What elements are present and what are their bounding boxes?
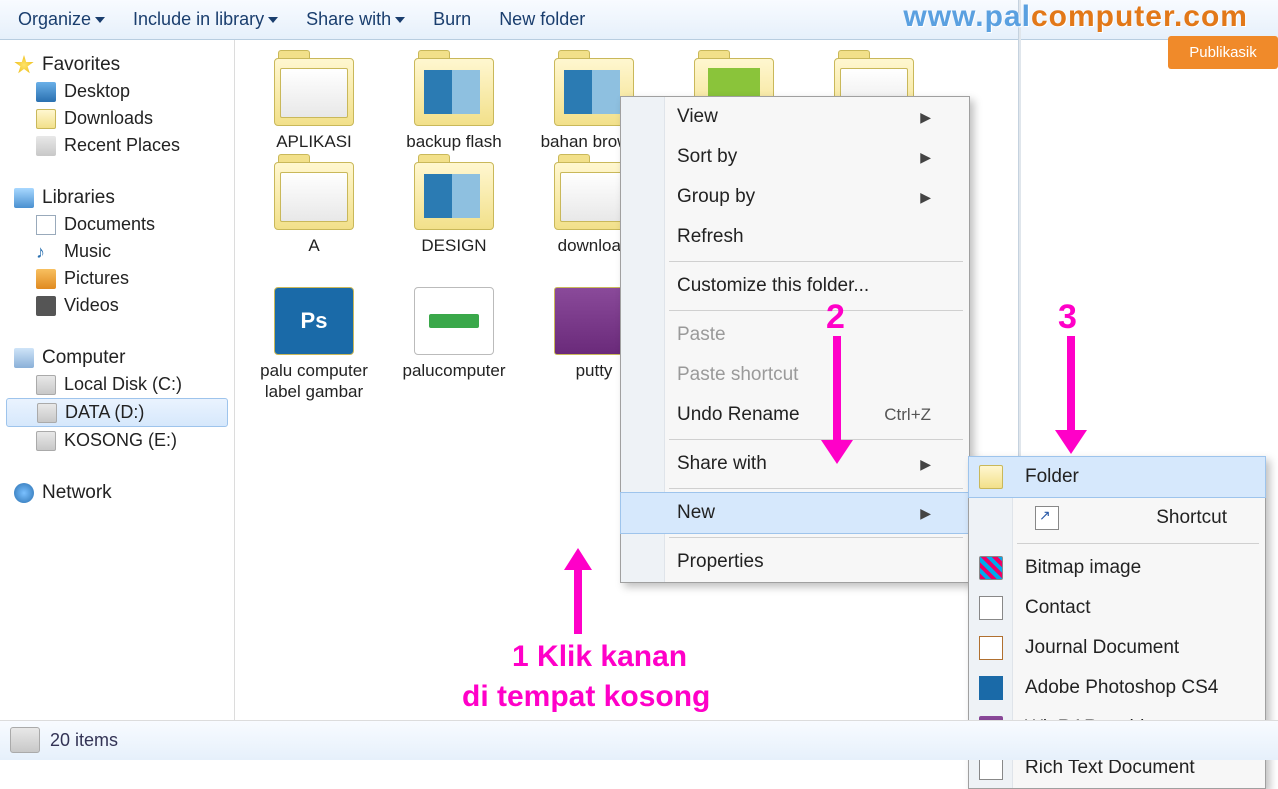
sidebar-item-data-d[interactable]: DATA (D:) [6, 398, 228, 427]
sidebar-head-network[interactable]: Network [0, 480, 234, 506]
ctx-new-journal-document[interactable]: Journal Document [969, 628, 1265, 668]
file-item[interactable]: APLIKASI [255, 58, 373, 152]
drive-icon [36, 431, 56, 451]
star-icon [14, 55, 34, 75]
navigation-pane: Favorites Desktop Downloads Recent Place… [0, 40, 235, 720]
sidebar-item-documents[interactable]: Documents [0, 211, 234, 238]
downloads-icon [36, 109, 56, 129]
sidebar-item-desktop[interactable]: Desktop [0, 78, 234, 105]
sidebar-item-downloads[interactable]: Downloads [0, 105, 234, 132]
toolbar-share-with[interactable]: Share with [306, 9, 405, 30]
ctx-group-by[interactable]: Group by▶ [621, 177, 969, 217]
ctx-new-shortcut[interactable]: Shortcut [969, 497, 1265, 539]
journal-icon [979, 636, 1003, 660]
folder-icon [979, 465, 1003, 489]
ps-icon [979, 676, 1003, 700]
context-menu: View▶Sort by▶Group by▶Refresh Customize t… [620, 96, 970, 583]
ctx-new-adobe-photoshop-cs4[interactable]: Adobe Photoshop CS4 [969, 668, 1265, 708]
computer-icon [14, 348, 34, 368]
sidebar-head-computer[interactable]: Computer [0, 345, 234, 371]
file-item[interactable]: A [255, 162, 373, 277]
background-page-fragment: Publikasik [1168, 36, 1278, 69]
folder-icon [274, 58, 354, 126]
sidebar-head-libraries[interactable]: Libraries [0, 185, 234, 211]
file-label: DESIGN [421, 236, 486, 256]
file-label: APLIKASI [276, 132, 352, 152]
libraries-icon [14, 188, 34, 208]
contact-icon [979, 596, 1003, 620]
img-icon [414, 287, 494, 355]
sidebar-item-music[interactable]: ♪Music [0, 238, 234, 265]
file-item[interactable]: backup flash [395, 58, 513, 152]
bmp-icon [979, 556, 1003, 580]
ctx-properties[interactable]: Properties [621, 542, 969, 582]
pictures-icon [36, 269, 56, 289]
ctx-new-contact[interactable]: Contact [969, 588, 1265, 628]
sidebar-item-local-disk-c[interactable]: Local Disk (C:) [0, 371, 234, 398]
status-bar: 20 items [0, 720, 1278, 760]
folder-icon [414, 162, 494, 230]
folder-icon [414, 58, 494, 126]
file-item[interactable]: Ps palu computer label gambar [255, 287, 373, 402]
ps-icon: Ps [274, 287, 354, 355]
toolbar-new-folder[interactable]: New folder [499, 9, 585, 30]
file-label: palucomputer [402, 361, 505, 381]
sidebar-item-pictures[interactable]: Pictures [0, 265, 234, 292]
ctx-paste: Paste [621, 315, 969, 355]
ctx-new[interactable]: New▶ [621, 493, 969, 533]
ctx-new-folder[interactable]: Folder [969, 457, 1265, 497]
desktop-icon [36, 82, 56, 102]
sidebar-item-recent-places[interactable]: Recent Places [0, 132, 234, 159]
network-icon [14, 483, 34, 503]
shortcut-icon [1035, 506, 1059, 530]
documents-icon [36, 215, 56, 235]
file-label: putty [576, 361, 613, 381]
file-label: backup flash [406, 132, 501, 152]
videos-icon [36, 296, 56, 316]
chevron-down-icon [395, 17, 405, 23]
drive-icon [10, 727, 40, 753]
chevron-down-icon [95, 17, 105, 23]
ctx-refresh[interactable]: Refresh [621, 217, 969, 257]
ctx-undo-rename[interactable]: Undo RenameCtrl+Z [621, 395, 969, 435]
file-label: A [308, 236, 319, 256]
sidebar-item-videos[interactable]: Videos [0, 292, 234, 319]
music-icon: ♪ [36, 242, 56, 262]
ctx-sort-by[interactable]: Sort by▶ [621, 137, 969, 177]
sidebar-item-kosong-e[interactable]: KOSONG (E:) [0, 427, 234, 454]
recent-icon [36, 136, 56, 156]
file-item[interactable]: DESIGN [395, 162, 513, 277]
ctx-customize-this-folder-[interactable]: Customize this folder... [621, 266, 969, 306]
toolbar-include-in-library[interactable]: Include in library [133, 9, 278, 30]
drive-icon [36, 375, 56, 395]
publish-button[interactable]: Publikasik [1168, 36, 1278, 69]
drive-icon [37, 403, 57, 423]
file-item[interactable]: palucomputer [395, 287, 513, 402]
ctx-view[interactable]: View▶ [621, 97, 969, 137]
file-label: palu computer label gambar [255, 361, 373, 402]
chevron-down-icon [268, 17, 278, 23]
folder-icon [274, 162, 354, 230]
ctx-new-bitmap-image[interactable]: Bitmap image [969, 548, 1265, 588]
toolbar-burn[interactable]: Burn [433, 9, 471, 30]
ctx-paste-shortcut: Paste shortcut [621, 355, 969, 395]
ctx-share-with[interactable]: Share with▶ [621, 444, 969, 484]
sidebar-head-favorites[interactable]: Favorites [0, 52, 234, 78]
toolbar-organize[interactable]: Organize [18, 9, 105, 30]
status-item-count: 20 items [50, 730, 118, 751]
watermark: www.palcomputer.com [903, 0, 1248, 34]
